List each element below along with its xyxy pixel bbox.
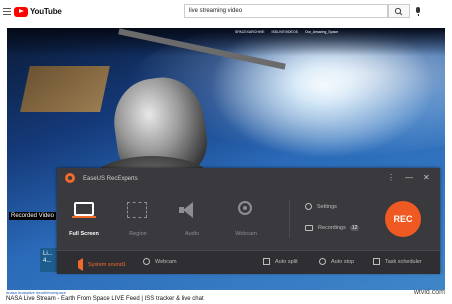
minimize-button[interactable]: — bbox=[405, 173, 413, 183]
mode-full-screen[interactable]: Full Screen bbox=[61, 200, 107, 237]
auto-split-label: Auto split bbox=[275, 258, 298, 265]
microphone-icon[interactable] bbox=[416, 7, 420, 16]
app-title: EaseUS RecExperts bbox=[83, 176, 138, 182]
hashtags[interactable]: #nasa #nasalive #earthfromspace bbox=[6, 290, 66, 295]
webcam-icon bbox=[238, 201, 252, 215]
mode-label: Region bbox=[129, 231, 147, 237]
rec-button[interactable]: REC bbox=[385, 201, 421, 237]
mode-label: Audio bbox=[184, 231, 200, 237]
system-sound-label: System sound1 bbox=[88, 261, 126, 268]
folder-icon bbox=[305, 225, 313, 231]
recordings-label: Recordings bbox=[318, 225, 346, 231]
gear-icon bbox=[305, 203, 312, 210]
mode-audio[interactable]: Audio bbox=[169, 200, 215, 237]
youtube-header: YouTube live streaming video bbox=[0, 0, 452, 24]
hamburger-menu-icon[interactable] bbox=[3, 8, 11, 15]
search-input[interactable]: live streaming video bbox=[184, 4, 388, 18]
overlay-handle: Our_Amazing_Space bbox=[304, 30, 339, 34]
recorded-video-label: Recorded Video bbox=[9, 212, 56, 220]
overlay-handles: SPACEXARCHIVE ISSLIVEVIDEOS Our_Amazing_… bbox=[235, 30, 344, 34]
search-icon bbox=[394, 7, 403, 16]
settings-label: Settings bbox=[317, 203, 337, 210]
overlay-handle: SPACEXARCHIVE bbox=[235, 30, 265, 34]
split-icon bbox=[263, 258, 270, 265]
watermark: wtvid.com bbox=[413, 289, 445, 296]
recorder-bottom-bar: System sound1 Webcam Auto split Auto sto… bbox=[57, 250, 440, 274]
close-button[interactable]: ✕ bbox=[423, 173, 430, 183]
fullscreen-icon bbox=[72, 202, 96, 218]
youtube-play-icon bbox=[14, 6, 28, 17]
recorder-panel: EaseUS RecExperts ⋮ — ✕ Full Screen Regi… bbox=[57, 168, 440, 274]
recordings-count-badge: 12 bbox=[349, 225, 360, 231]
mode-label: Full Screen bbox=[69, 231, 99, 237]
easeus-logo-icon bbox=[65, 173, 75, 183]
auto-split-button[interactable]: Auto split bbox=[263, 258, 298, 265]
webcam-label: Webcam bbox=[155, 258, 177, 265]
audio-icon bbox=[179, 202, 193, 218]
task-scheduler-label: Task scheduler bbox=[385, 258, 422, 265]
speaker-icon bbox=[71, 258, 83, 271]
youtube-logo[interactable]: YouTube bbox=[14, 5, 62, 18]
task-scheduler-button[interactable]: Task scheduler bbox=[373, 258, 422, 265]
webcam-toggle[interactable]: Webcam bbox=[143, 258, 177, 265]
mode-label: Webcam bbox=[235, 231, 257, 237]
search-button[interactable] bbox=[388, 4, 410, 18]
settings-button[interactable]: Settings bbox=[305, 203, 337, 210]
region-icon bbox=[127, 202, 147, 218]
iss-solar-panel bbox=[20, 66, 110, 112]
clock-icon bbox=[319, 258, 326, 265]
divider bbox=[289, 200, 290, 238]
system-sound-toggle[interactable]: System sound1 bbox=[71, 258, 126, 271]
overlay-handle: ISSLIVEVIDEOS bbox=[271, 30, 298, 34]
more-options-icon[interactable]: ⋮ bbox=[387, 173, 395, 183]
video-title: NASA Live Stream - Earth From Space LIVE… bbox=[6, 296, 204, 302]
webcam-small-icon bbox=[143, 258, 150, 265]
mode-webcam[interactable]: Webcam bbox=[223, 200, 269, 237]
auto-stop-button[interactable]: Auto stop bbox=[319, 258, 354, 265]
auto-stop-label: Auto stop bbox=[331, 258, 355, 265]
youtube-logo-text: YouTube bbox=[30, 7, 62, 16]
calendar-icon bbox=[373, 258, 380, 265]
recordings-button[interactable]: Recordings 12 bbox=[305, 225, 360, 231]
mode-region[interactable]: Region bbox=[115, 200, 161, 237]
